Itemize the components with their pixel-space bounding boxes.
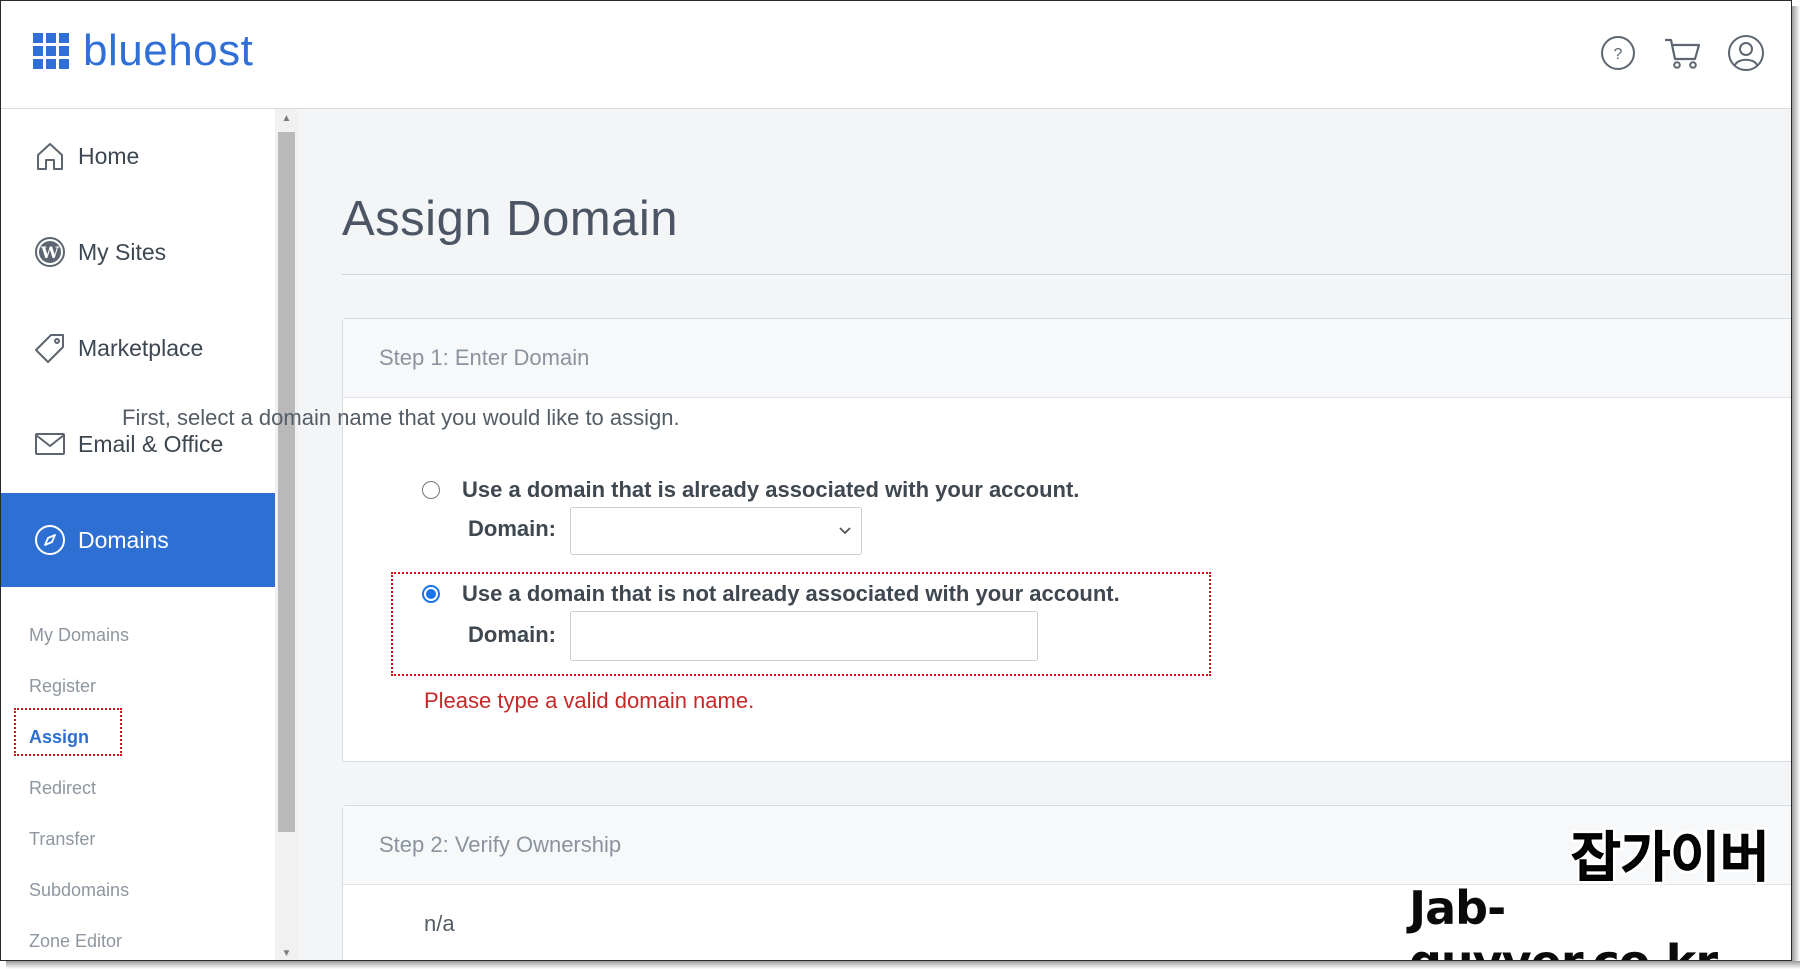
domain-label-new: Domain: xyxy=(468,622,556,647)
sidebar-item-label: Marketplace xyxy=(78,334,204,361)
watermark-url: Jab-guyver.co.kr xyxy=(1409,881,1718,960)
subnav-zone-editor[interactable]: Zone Editor xyxy=(29,931,122,952)
sidebar-item-label: My Sites xyxy=(78,238,167,265)
account-icon[interactable] xyxy=(1726,33,1766,73)
sidebar-item-label: Email & Office xyxy=(78,430,224,457)
sidebar-item-home[interactable]: Home xyxy=(1,109,275,203)
step2-value: n/a xyxy=(424,911,455,936)
tag-icon xyxy=(33,331,67,365)
domain-select[interactable] xyxy=(570,507,862,555)
option-new-label: Use a domain that is not already associa… xyxy=(462,581,1120,606)
option-existing-label: Use a domain that is already associated … xyxy=(462,477,1080,502)
scroll-down-icon[interactable]: ▼ xyxy=(275,944,298,960)
bluehost-logo[interactable]: bluehost xyxy=(33,29,253,73)
svg-text:?: ? xyxy=(1614,46,1623,63)
scroll-thumb[interactable] xyxy=(278,132,295,832)
sidebar-item-label: Domains xyxy=(78,526,169,553)
step1-heading: Step 1: Enter Domain xyxy=(343,319,1791,398)
wordpress-icon: W xyxy=(33,235,67,269)
option-new-domain[interactable]: Use a domain that is not already associa… xyxy=(422,581,1120,607)
browser-window: bluehost ? Home W My Sites Marketplace E… xyxy=(0,0,1792,961)
annotation-highlight-assign xyxy=(14,708,122,756)
compass-icon xyxy=(33,523,67,557)
subnav-register[interactable]: Register xyxy=(29,676,96,697)
radio-new-domain[interactable] xyxy=(422,585,440,603)
error-message: Please type a valid domain name. xyxy=(424,688,755,713)
radio-existing-domain[interactable] xyxy=(422,481,440,499)
sidebar-item-label: Home xyxy=(78,142,140,169)
chevron-down-icon xyxy=(837,522,853,543)
window-shadow-bottom xyxy=(6,961,1800,969)
logo-text: bluehost xyxy=(83,26,254,75)
sidebar-scrollbar[interactable]: ▲ ▼ xyxy=(275,109,298,960)
domain-label-existing: Domain: xyxy=(468,516,556,541)
home-icon xyxy=(33,139,67,173)
domain-input[interactable] xyxy=(570,611,1038,661)
sidebar-item-my-sites[interactable]: W My Sites xyxy=(1,205,275,299)
mail-icon xyxy=(33,427,67,461)
logo-grid-icon xyxy=(33,33,69,69)
title-divider xyxy=(342,274,1791,275)
subnav-my-domains[interactable]: My Domains xyxy=(29,625,129,646)
subnav-subdomains[interactable]: Subdomains xyxy=(29,880,129,901)
sidebar: Home W My Sites Marketplace Email & Offi… xyxy=(1,109,275,960)
option-existing-domain[interactable]: Use a domain that is already associated … xyxy=(422,477,1079,503)
subnav-redirect[interactable]: Redirect xyxy=(29,778,96,799)
svg-text:W: W xyxy=(40,243,60,262)
scroll-up-icon[interactable]: ▲ xyxy=(275,109,298,127)
step1-intro: First, select a domain name that you wou… xyxy=(122,405,680,430)
subnav-transfer[interactable]: Transfer xyxy=(29,829,95,850)
sidebar-item-domains[interactable]: Domains xyxy=(1,493,275,587)
cart-icon[interactable] xyxy=(1662,33,1702,73)
window-shadow-right xyxy=(1792,6,1800,969)
header-actions: ? xyxy=(1574,33,1766,73)
page-title: Assign Domain xyxy=(342,192,679,246)
sidebar-item-marketplace[interactable]: Marketplace xyxy=(1,301,275,395)
help-icon[interactable]: ? xyxy=(1598,33,1638,73)
top-header: bluehost ? xyxy=(1,1,1791,109)
